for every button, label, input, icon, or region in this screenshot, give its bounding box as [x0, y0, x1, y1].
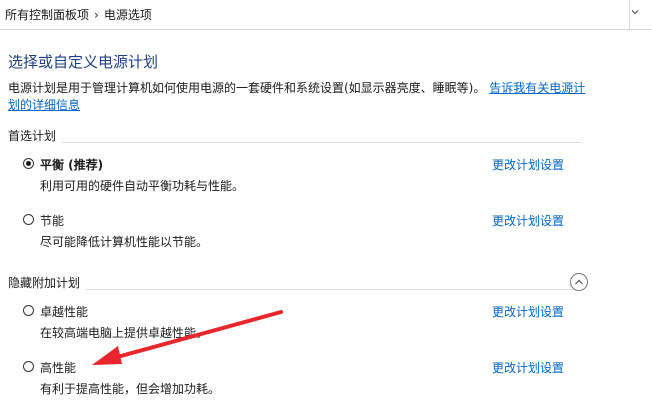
- breadcrumb-power-options[interactable]: 电源选项: [104, 6, 152, 23]
- plan-ultimate-performance-name[interactable]: 卓越性能: [40, 303, 88, 320]
- collapse-hidden-plans-button[interactable]: [570, 273, 588, 291]
- plan-power-saver-radio[interactable]: [23, 214, 34, 225]
- section-divider: [8, 142, 582, 143]
- breadcrumb-all-control-panel-items[interactable]: 所有控制面板项: [5, 6, 89, 23]
- hidden-plans-label[interactable]: 隐藏附加计划: [8, 274, 87, 291]
- plan-balanced-radio[interactable]: [23, 158, 34, 169]
- breadcrumb: 所有控制面板项 › 电源选项: [5, 6, 152, 23]
- plan-power-saver-name[interactable]: 节能: [40, 212, 64, 229]
- plan-balanced-name[interactable]: 平衡 (推荐): [40, 156, 103, 173]
- plan-ultimate-performance-change-settings-link[interactable]: 更改计划设置: [492, 303, 564, 320]
- page-title: 选择或自定义电源计划: [8, 53, 159, 71]
- description-text: 电源计划是用于管理计算机如何使用电源的一套硬件和系统设置(如显示器亮度、睡眠等)…: [8, 81, 486, 95]
- chevron-down-icon[interactable]: [630, 7, 640, 17]
- preferred-plans-label: 首选计划: [8, 127, 63, 144]
- address-bar-end: [629, 0, 642, 29]
- hidden-plans-header: 隐藏附加计划: [8, 273, 588, 291]
- plan-high-performance-name[interactable]: 高性能: [40, 359, 76, 376]
- chevron-up-icon: [575, 279, 583, 285]
- plan-balanced-change-settings-link[interactable]: 更改计划设置: [492, 156, 564, 173]
- section-divider: [8, 289, 582, 290]
- plan-high-performance-change-settings-link[interactable]: 更改计划设置: [492, 359, 564, 376]
- plan-power-saver-change-settings-link[interactable]: 更改计划设置: [492, 212, 564, 229]
- plan-high-performance-description: 有利于提高性能，但会增加功耗。: [40, 382, 221, 396]
- plan-balanced-description: 利用可用的硬件自动平衡功耗与性能。: [40, 179, 245, 193]
- address-bar[interactable]: 所有控制面板项 › 电源选项: [0, 0, 652, 30]
- plan-ultimate-performance-radio[interactable]: [23, 305, 34, 316]
- plan-ultimate-performance-description: 在较高端电脑上提供卓越性能。: [40, 326, 209, 340]
- page-description: 电源计划是用于管理计算机如何使用电源的一套硬件和系统设置(如显示器亮度、睡眠等)…: [8, 80, 593, 114]
- plan-power-saver-description: 尽可能降低计算机性能以节能。: [40, 235, 209, 249]
- breadcrumb-separator[interactable]: ›: [94, 8, 99, 22]
- preferred-plans-header: 首选计划: [8, 127, 582, 144]
- plan-high-performance-radio[interactable]: [23, 361, 34, 372]
- power-options-window: 所有控制面板项 › 电源选项 选择或自定义电源计划 电源计划是用于管理计算机如何…: [0, 0, 652, 400]
